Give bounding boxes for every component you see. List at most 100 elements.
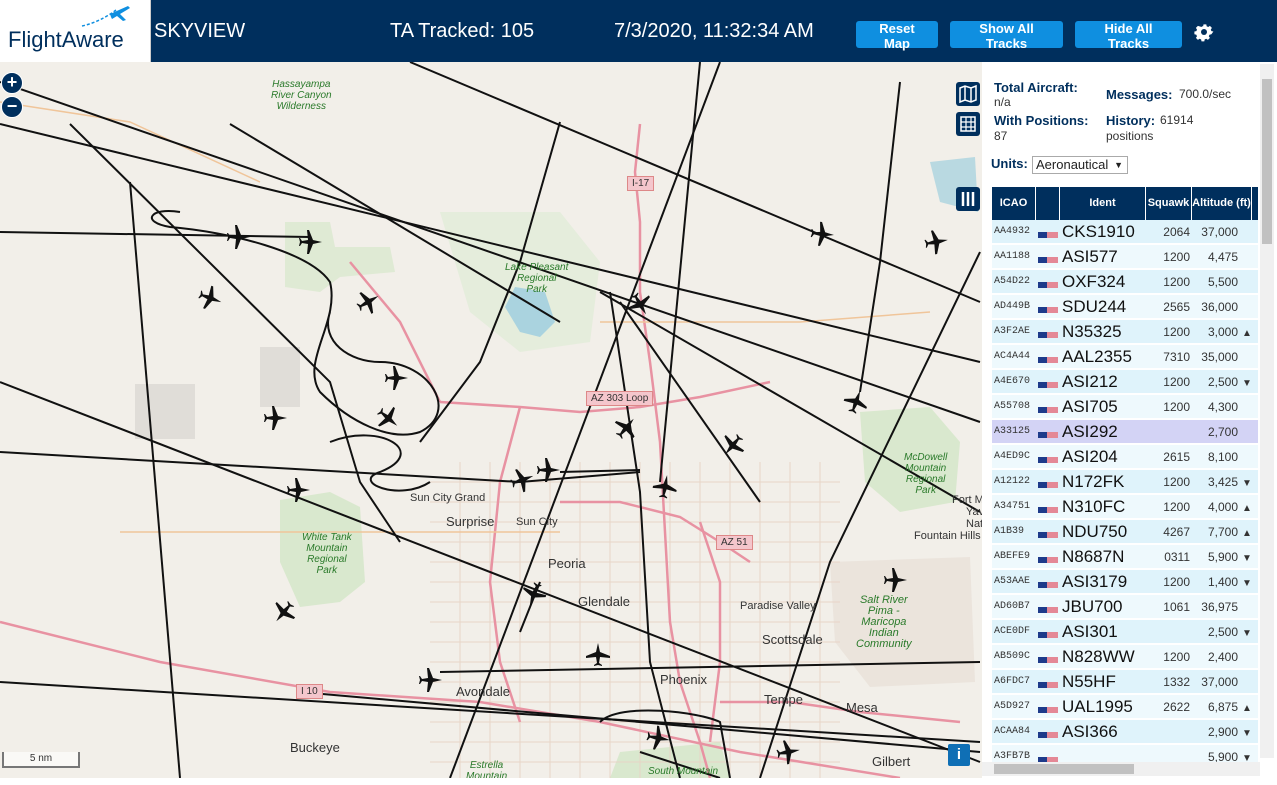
altitude-value: 1,400 (1207, 575, 1238, 589)
logo-wordmark: FlightAware (8, 27, 124, 52)
cell-altitude: 5,900 ▼ (1192, 545, 1254, 569)
park-label: Hassayampa River Canyon Wilderness (271, 79, 332, 112)
cell-altitude: 4,475 (1192, 245, 1254, 269)
map-background (0, 62, 981, 778)
table-row[interactable]: A53AAE ASI3179 1200 1,400 ▼ (992, 570, 1258, 594)
flightaware-logo[interactable]: FlightAware (0, 0, 151, 62)
cell-squawk: 7310 (1163, 350, 1190, 364)
scroll-thumb[interactable] (1262, 79, 1272, 244)
altitude-value: 3,000 (1207, 325, 1238, 339)
cell-squawk: 1332 (1163, 675, 1190, 689)
table-row[interactable]: A34751 N310FC 1200 4,000 ▲ (992, 495, 1258, 519)
show-all-tracks-button[interactable]: Show All Tracks (950, 21, 1063, 51)
total-aircraft-label: Total Aircraft: (994, 80, 1078, 95)
city-label: Yav (966, 506, 982, 518)
cell-altitude: 4,300 (1192, 395, 1254, 419)
table-row[interactable]: AD60B7 JBU700 1061 36,975 (992, 595, 1258, 619)
road-shield-i10: I 10 (296, 684, 323, 699)
cell-ident: ASI301 (1062, 622, 1118, 641)
city-label: Paradise Valley (740, 600, 816, 612)
altitude-value: 36,975 (1201, 600, 1238, 614)
table-row[interactable]: A55708 ASI705 1200 4,300 (992, 395, 1258, 419)
cell-altitude: 7,700 ▲ (1192, 520, 1254, 544)
cell-ident: NDU750 (1062, 522, 1128, 541)
map-view[interactable]: Hassayampa River Canyon Wilderness Lake Pl… (0, 62, 982, 778)
road-shield-i17: I-17 (627, 176, 655, 191)
altitude-trend-icon: ▲ (1242, 528, 1252, 539)
cell-squawk (1146, 620, 1190, 644)
zoom-out-button[interactable]: − (1, 96, 23, 118)
cell-icao: AB509C (994, 651, 1031, 662)
cell-ident: N35325 (1062, 322, 1122, 341)
scroll-thumb[interactable] (994, 764, 1134, 774)
table-row[interactable]: A1B39 NDU750 4267 7,700 ▲ (992, 520, 1258, 544)
table-row[interactable]: AA1188 ASI577 1200 4,475 (992, 245, 1258, 269)
cell-ident: ASI212 (1062, 372, 1118, 391)
cell-squawk: 2622 (1163, 700, 1190, 714)
map-info-button[interactable]: i (948, 744, 970, 766)
altitude-value: 37,000 (1201, 225, 1238, 239)
zoom-in-button[interactable]: + (1, 72, 23, 94)
table-row[interactable]: A33125 ASI292 2,700 (992, 420, 1258, 444)
us-flag-icon (1038, 552, 1058, 563)
cell-ident: ASI705 (1062, 397, 1118, 416)
panel-horizontal-scrollbar[interactable] (982, 762, 1260, 776)
hide-all-tracks-button[interactable]: Hide All Tracks (1075, 21, 1182, 51)
altitude-value: 5,900 (1207, 550, 1238, 564)
table-row[interactable]: AB509C N828WW 1200 2,400 (992, 645, 1258, 669)
history-unit: positions (1106, 129, 1154, 143)
table-row[interactable]: A54D22 OXF324 1200 5,500 (992, 270, 1258, 294)
us-flag-icon (1038, 702, 1058, 713)
col-icao[interactable]: ICAO (992, 187, 1036, 220)
city-label: Gilbert (872, 754, 911, 769)
cell-ident: CKS1910 (1062, 222, 1135, 241)
cell-squawk: 2615 (1163, 450, 1190, 464)
us-flag-icon (1038, 627, 1058, 638)
table-row[interactable]: A3F2AE N35325 1200 3,000 ▲ (992, 320, 1258, 344)
city-label: Nat (966, 518, 982, 530)
cell-altitude: 37,000 (1192, 220, 1254, 244)
cell-icao: A12122 (994, 476, 1031, 487)
cell-icao: A6FDC7 (994, 676, 1031, 687)
table-row[interactable]: AA4932 CKS1910 2064 37,000 (992, 220, 1258, 244)
table-row[interactable]: A4ED9C ASI204 2615 8,100 (992, 445, 1258, 469)
cell-ident: JBU700 (1062, 597, 1123, 616)
altitude-value: 36,000 (1201, 300, 1238, 314)
city-label: Fountain Hills (914, 530, 981, 542)
cell-icao: A53AAE (994, 576, 1031, 587)
cell-icao: A54D22 (994, 276, 1031, 287)
cell-icao: A4ED9C (994, 451, 1031, 462)
table-row[interactable]: A12122 N172FK 1200 3,425 ▼ (992, 470, 1258, 494)
us-flag-icon (1038, 302, 1058, 313)
grid-toggle-icon[interactable] (956, 112, 980, 136)
col-squawk[interactable]: Squawk (1146, 187, 1192, 220)
table-row[interactable]: A5D927 UAL1995 2622 6,875 ▲ (992, 695, 1258, 719)
altitude-value: 6,875 (1207, 700, 1238, 714)
cell-icao: A5D927 (994, 701, 1031, 712)
cell-altitude: 2,400 (1192, 645, 1254, 669)
col-flag[interactable] (1036, 187, 1060, 220)
table-row[interactable]: AD449B SDU244 2565 36,000 (992, 295, 1258, 319)
settings-gear-icon[interactable] (1192, 20, 1216, 44)
columns-toggle-icon[interactable] (956, 187, 980, 211)
table-row[interactable]: A6FDC7 N55HF 1332 37,000 (992, 670, 1258, 694)
table-row[interactable]: AC4A44 AAL2355 7310 35,000 (992, 345, 1258, 369)
table-row[interactable]: ABEFE9 N8687N 0311 5,900 ▼ (992, 545, 1258, 569)
cell-icao: ACE0DF (994, 626, 1031, 637)
altitude-value: 3,425 (1207, 475, 1238, 489)
us-flag-icon (1038, 577, 1058, 588)
col-ident[interactable]: Ident (1060, 187, 1146, 220)
table-row[interactable]: ACE0DF ASI301 2,500 ▼ (992, 620, 1258, 644)
us-flag-icon (1038, 427, 1058, 438)
altitude-trend-icon: ▲ (1242, 328, 1252, 339)
panel-vertical-scrollbar[interactable] (1260, 64, 1274, 758)
cell-icao: A1B39 (994, 526, 1025, 537)
col-altitude[interactable]: Altitude (ft) (1192, 187, 1252, 220)
table-row[interactable]: ACAA84 ASI366 2,900 ▼ (992, 720, 1258, 744)
map-layers-icon[interactable] (956, 82, 980, 106)
units-select[interactable]: Aeronautical ▼ (1032, 156, 1128, 174)
reset-map-button[interactable]: Reset Map (856, 21, 938, 51)
table-row[interactable]: A4E670 ASI212 1200 2,500 ▼ (992, 370, 1258, 394)
altitude-value: 2,900 (1207, 725, 1238, 739)
table-header: ICAO Ident Squawk Altitude (ft) (992, 187, 1258, 220)
